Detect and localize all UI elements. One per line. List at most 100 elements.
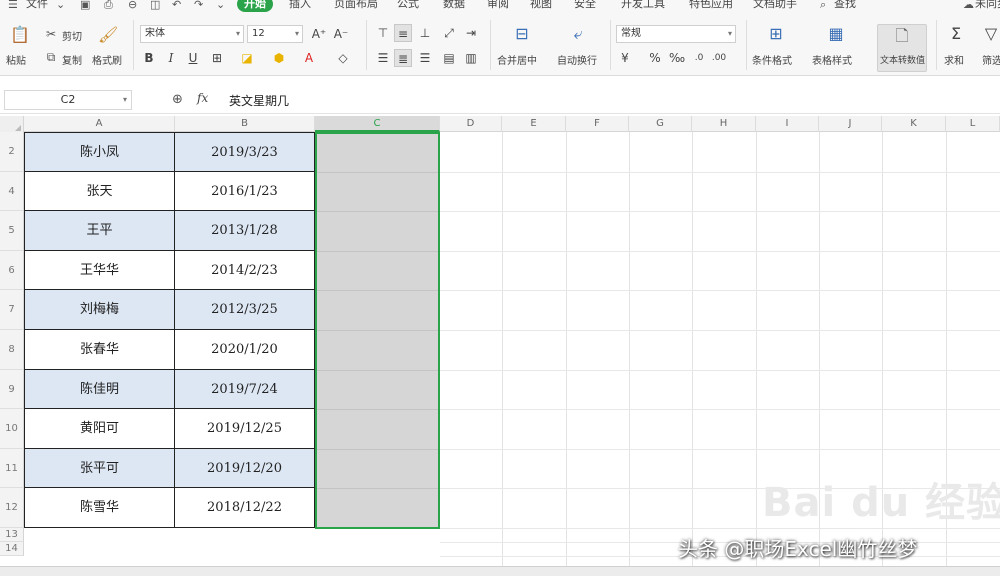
align-left-icon[interactable]: ☰ xyxy=(374,49,392,67)
column-header-i[interactable]: I xyxy=(756,116,819,132)
chevron-down-icon[interactable]: ⌄ xyxy=(216,0,225,12)
merge-center-button[interactable]: 合并居中 xyxy=(497,52,537,67)
tab-view[interactable]: 视图 xyxy=(530,0,552,11)
tab-review[interactable]: 审阅 xyxy=(487,0,509,11)
search-button[interactable]: 查找 xyxy=(834,0,856,11)
row-header[interactable]: 10 xyxy=(0,409,24,449)
cell-name[interactable]: 陈佳明 xyxy=(24,369,175,410)
cell-name[interactable]: 陈雪华 xyxy=(24,488,175,528)
font-name-select[interactable]: 宋体 ▾ xyxy=(140,25,244,43)
tab-formulas[interactable]: 公式 xyxy=(397,0,419,11)
cell-date[interactable]: 2019/3/23 xyxy=(175,132,315,172)
tab-developer[interactable]: 开发工具 xyxy=(621,0,665,11)
cut-button[interactable]: 剪切 xyxy=(62,28,82,43)
undo-icon[interactable]: ↶ xyxy=(172,0,181,12)
table-style-icon[interactable]: ▦ xyxy=(824,25,848,43)
column-header-j[interactable]: J xyxy=(819,116,882,132)
cell-date[interactable]: 2012/3/25 xyxy=(175,290,315,330)
italic-icon[interactable]: I xyxy=(162,49,180,67)
paste-icon[interactable]: 📋 xyxy=(10,26,30,44)
chevron-down-icon[interactable]: ⌄ xyxy=(56,0,65,12)
selected-range-c2-c12[interactable] xyxy=(315,132,440,529)
sum-icon[interactable]: Σ xyxy=(944,25,968,43)
filter-icon[interactable]: ▽ xyxy=(982,25,1000,43)
cell-date[interactable]: 2014/2/23 xyxy=(175,250,315,291)
thousands-icon[interactable]: ‰ xyxy=(668,49,686,67)
decrease-font-icon[interactable]: A⁻ xyxy=(332,25,350,43)
cell-date[interactable]: 2016/1/23 xyxy=(175,171,315,212)
sum-button[interactable]: 求和 xyxy=(944,52,964,67)
clear-format-icon[interactable]: ◇ xyxy=(334,49,352,67)
orientation-icon[interactable]: ⤢ xyxy=(440,24,458,42)
name-box[interactable]: C2 ▾ xyxy=(4,90,132,110)
column-header-a[interactable]: A xyxy=(24,116,175,132)
increase-font-icon[interactable]: A⁺ xyxy=(310,25,328,43)
cell-name[interactable]: 黄阳可 xyxy=(24,409,175,449)
currency-icon[interactable]: ¥ xyxy=(616,49,634,67)
tab-security[interactable]: 安全 xyxy=(574,0,596,11)
fill-color-icon[interactable]: ◪ xyxy=(238,49,256,67)
tab-insert[interactable]: 插入 xyxy=(289,0,311,11)
column-header-l[interactable]: L xyxy=(946,116,1000,132)
zoom-icon[interactable]: ⊕ xyxy=(172,92,183,107)
scissors-icon[interactable]: ✂ xyxy=(44,25,58,43)
paste-button[interactable]: 粘贴 xyxy=(6,52,26,67)
row-header[interactable]: 8 xyxy=(0,330,24,370)
merge-center-icon[interactable]: ⊟ xyxy=(510,25,534,43)
sheet-tab-bar[interactable] xyxy=(0,566,1000,576)
column-header-e[interactable]: E xyxy=(502,116,566,132)
tab-page-layout[interactable]: 页面布局 xyxy=(334,0,378,11)
column-header-c[interactable]: C xyxy=(315,116,440,132)
row-header[interactable]: 11 xyxy=(0,448,24,489)
formula-input[interactable]: 英文星期几 xyxy=(229,92,289,109)
tab-doc-assistant[interactable]: 文档助手 xyxy=(753,0,797,11)
function-icon[interactable]: fx xyxy=(197,91,208,105)
cell-date[interactable]: 2020/1/20 xyxy=(175,330,315,370)
select-all-corner[interactable] xyxy=(0,116,24,132)
print-icon[interactable]: ⎙ xyxy=(104,0,113,12)
cell-name[interactable]: 王平 xyxy=(24,211,175,251)
increase-decimal-icon[interactable]: .0 xyxy=(690,49,708,67)
copy-button[interactable]: 复制 xyxy=(62,52,82,67)
filter-button[interactable]: 筛选 xyxy=(982,52,1000,67)
row-header[interactable]: 13 xyxy=(0,528,24,542)
align-middle-icon[interactable]: ≡ xyxy=(394,24,412,42)
preview-icon[interactable]: ⊖ xyxy=(128,0,137,12)
font-color-icon[interactable]: A xyxy=(300,49,318,67)
tab-home[interactable]: 开始 xyxy=(237,0,273,12)
bold-icon[interactable]: B xyxy=(140,49,158,67)
tab-special-apps[interactable]: 特色应用 xyxy=(689,0,733,11)
redo-icon[interactable]: ↷ xyxy=(194,0,203,12)
cell-name[interactable]: 张平可 xyxy=(24,448,175,489)
number-format-select[interactable]: 常规 ▾ xyxy=(616,25,736,43)
cell-date[interactable]: 2019/7/24 xyxy=(175,369,315,410)
row-header[interactable]: 14 xyxy=(0,542,24,556)
cell-date[interactable]: 2019/12/20 xyxy=(175,448,315,489)
cell-date[interactable]: 2019/12/25 xyxy=(175,409,315,449)
cell-name[interactable]: 王华华 xyxy=(24,250,175,291)
percent-icon[interactable]: % xyxy=(646,49,664,67)
conditional-format-icon[interactable]: ⊞ xyxy=(764,25,788,43)
menu-file[interactable]: 文件 xyxy=(26,0,48,11)
row-header[interactable]: 5 xyxy=(0,211,24,251)
cell-date[interactable]: 2013/1/28 xyxy=(175,211,315,251)
distribute-icon[interactable]: ▥ xyxy=(462,49,480,67)
column-header-k[interactable]: K xyxy=(882,116,946,132)
cell-name[interactable]: 陈小凤 xyxy=(24,132,175,172)
row-header[interactable]: 12 xyxy=(0,488,24,528)
sync-status[interactable]: 未同步 xyxy=(975,0,1000,11)
cell-date[interactable]: 2018/12/22 xyxy=(175,488,315,528)
justify-icon[interactable]: ▤ xyxy=(440,49,458,67)
align-bottom-icon[interactable]: ⊥ xyxy=(416,24,434,42)
wrap-text-icon[interactable]: ⤶ xyxy=(566,25,590,43)
save-icon[interactable]: ▣ xyxy=(80,0,90,12)
row-header[interactable]: 7 xyxy=(0,290,24,330)
cell-name[interactable]: 张春华 xyxy=(24,330,175,370)
align-center-icon[interactable]: ≣ xyxy=(394,49,412,67)
indent-icon[interactable]: ⇥ xyxy=(462,24,480,42)
cell-name[interactable]: 刘梅梅 xyxy=(24,290,175,330)
row-header[interactable]: 9 xyxy=(0,369,24,410)
format-painter-button[interactable]: 格式刷 xyxy=(92,52,122,67)
search-icon[interactable]: ⌕ xyxy=(820,0,826,12)
font-size-select[interactable]: 12 ▾ xyxy=(247,25,303,43)
